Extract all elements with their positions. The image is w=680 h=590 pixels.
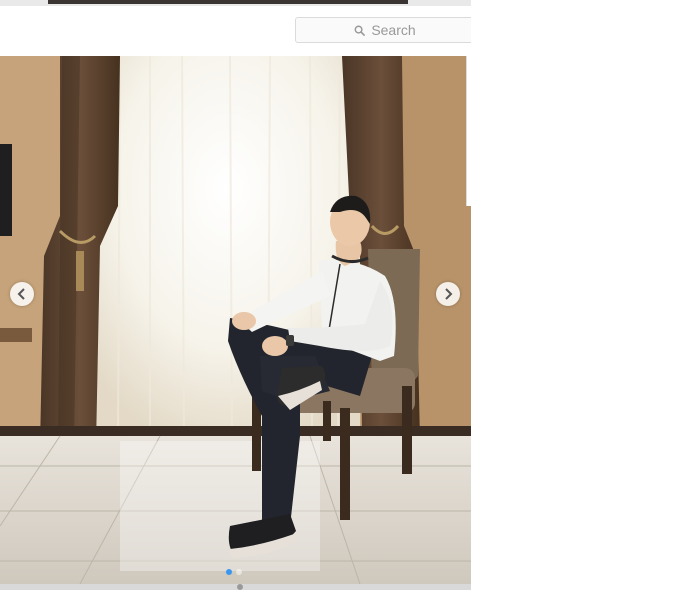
- instagram-view: Search: [0, 0, 471, 590]
- chevron-left-icon: [17, 288, 25, 300]
- post-photo[interactable]: [0, 56, 471, 584]
- chevron-right-icon: [445, 288, 453, 300]
- carousel-prev-button[interactable]: [10, 282, 34, 306]
- carousel-dots: [226, 569, 242, 575]
- blank-area: [471, 0, 680, 590]
- carousel-dot-active[interactable]: [226, 569, 232, 575]
- top-header: Search: [0, 6, 471, 57]
- search-icon: [354, 25, 366, 36]
- bottom-scroll-handle[interactable]: [237, 584, 243, 590]
- search-placeholder: Search: [371, 22, 416, 38]
- search-box[interactable]: Search: [295, 17, 471, 43]
- top-strip-dark-band: [48, 0, 408, 4]
- photo-scene: [0, 56, 471, 584]
- carousel-next-button[interactable]: [436, 282, 460, 306]
- carousel-dot[interactable]: [236, 569, 242, 575]
- bottom-scroll-bar: [0, 584, 471, 590]
